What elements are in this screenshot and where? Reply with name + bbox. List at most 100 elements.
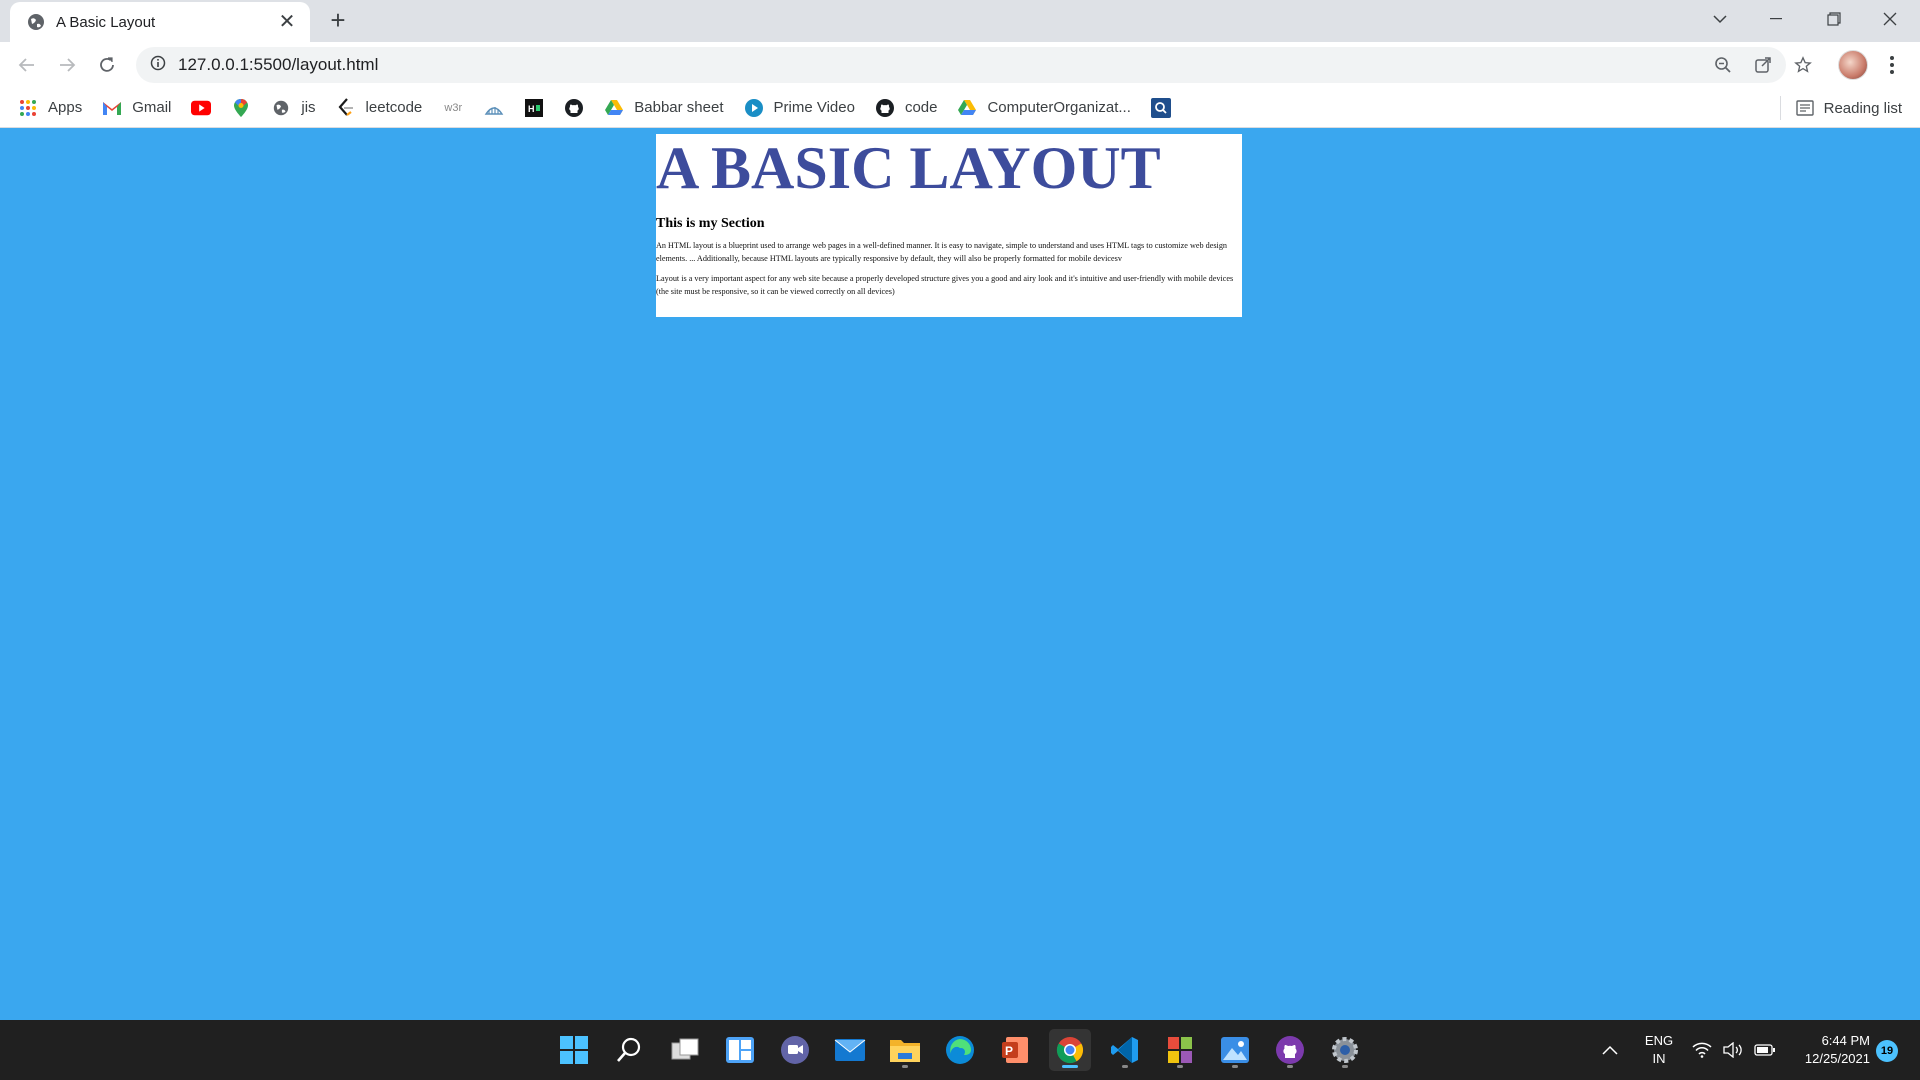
apps-grid-icon — [18, 98, 38, 118]
office-apps-icon[interactable] — [1159, 1029, 1201, 1071]
bookmarks-bar: Apps Gmail jis leetcode w3r H Babbar she… — [0, 88, 1920, 128]
volume-icon[interactable] — [1723, 1020, 1745, 1080]
bookmark-gmail[interactable]: Gmail — [102, 98, 171, 118]
new-tab-button[interactable]: + — [324, 6, 352, 34]
youtube-icon — [191, 98, 212, 118]
settings-icon[interactable] — [1324, 1029, 1366, 1071]
menu-kebab-icon[interactable] — [1882, 50, 1902, 80]
bookmark-apps[interactable]: Apps — [18, 98, 82, 118]
bookmarks-separator — [1780, 96, 1781, 120]
svg-text:H: H — [528, 104, 535, 114]
bookmark-star-icon[interactable] — [1788, 50, 1818, 80]
bookmark-w3r[interactable]: w3r — [442, 98, 464, 118]
hackerearth-icon: H — [524, 98, 544, 118]
search-q-icon — [1150, 97, 1171, 118]
bookmark-label: jis — [301, 99, 316, 116]
system-clock[interactable]: 6:44 PM 12/25/2021 — [1790, 1032, 1870, 1068]
forward-button[interactable] — [52, 50, 82, 80]
vscode-icon[interactable] — [1104, 1029, 1146, 1071]
browser-toolbar: 127.0.0.1:5500/layout.html — [0, 42, 1920, 88]
back-button[interactable] — [12, 50, 42, 80]
globe-icon — [26, 12, 46, 32]
notification-badge[interactable]: 19 — [1876, 1040, 1898, 1062]
tab-strip: A Basic Layout ✕ + — [0, 0, 1920, 42]
windows-start-icon[interactable] — [553, 1029, 595, 1071]
close-tab-icon[interactable]: ✕ — [276, 12, 298, 32]
gmail-icon — [102, 98, 122, 118]
lang-line-1: ENG — [1644, 1033, 1674, 1048]
running-indicator — [902, 1065, 908, 1068]
bookmark-search[interactable] — [1150, 97, 1171, 118]
bookmark-babbar-sheet[interactable]: Babbar sheet — [604, 98, 724, 118]
widgets-icon[interactable] — [719, 1029, 761, 1071]
bookmark-codechef[interactable] — [484, 98, 504, 118]
tab-active[interactable]: A Basic Layout ✕ — [10, 2, 310, 42]
section-title: This is my Section — [656, 216, 765, 231]
taskbar: P ENG IN 6:44 PM 12/25/2021 19 — [0, 1020, 1920, 1080]
bookmark-label: Apps — [48, 99, 83, 116]
running-indicator — [1342, 1065, 1348, 1068]
lang-line-2: IN — [1652, 1051, 1666, 1066]
leetcode-icon — [336, 97, 356, 118]
page-container: A BASIC LAYOUT This is my Section An HTM… — [656, 134, 1242, 317]
google-drive-icon — [957, 98, 977, 118]
bookmark-github[interactable] — [564, 98, 584, 118]
github-icon — [564, 98, 584, 118]
bookmark-hackerearth[interactable]: H — [524, 98, 544, 118]
info-icon[interactable] — [150, 55, 166, 76]
share-icon[interactable] — [1748, 50, 1778, 80]
w3r-icon: w3r — [444, 101, 463, 114]
codechef-icon — [484, 98, 504, 118]
photos-icon[interactable] — [1214, 1029, 1256, 1071]
google-drive-icon — [604, 98, 624, 118]
prime-video-icon — [744, 98, 764, 118]
bookmark-label: Prime Video — [773, 99, 855, 116]
bookmark-label: ComputerOrganizat... — [987, 99, 1131, 116]
clock-date: 12/25/2021 — [1804, 1051, 1870, 1066]
mail-icon[interactable] — [829, 1029, 871, 1071]
chrome-icon[interactable] — [1049, 1029, 1091, 1071]
address-bar[interactable]: 127.0.0.1:5500/layout.html — [136, 47, 1786, 83]
zoom-icon[interactable] — [1708, 50, 1738, 80]
restore-button[interactable] — [1806, 0, 1862, 38]
edge-icon[interactable] — [939, 1029, 981, 1071]
close-window-button[interactable] — [1862, 0, 1918, 38]
active-indicator — [1062, 1065, 1078, 1068]
url-text[interactable]: 127.0.0.1:5500/layout.html — [178, 55, 378, 75]
file-explorer-icon[interactable] — [884, 1029, 926, 1071]
battery-icon[interactable] — [1754, 1020, 1776, 1080]
minimize-button[interactable] — [1748, 0, 1804, 38]
reading-list-button[interactable]: Reading list — [1795, 88, 1902, 128]
running-indicator — [1232, 1065, 1238, 1068]
paragraph-1: An HTML layout is a blueprint used to ar… — [656, 241, 1228, 263]
running-indicator — [1177, 1065, 1183, 1068]
teams-chat-icon[interactable] — [774, 1029, 816, 1071]
reading-list-icon — [1795, 100, 1814, 116]
bookmark-youtube[interactable] — [191, 98, 212, 118]
bookmark-jis[interactable]: jis — [271, 98, 316, 118]
profile-avatar[interactable] — [1838, 50, 1868, 80]
powerpoint-icon[interactable]: P — [994, 1029, 1036, 1071]
bookmark-label: Gmail — [132, 99, 172, 116]
bookmark-code[interactable]: code — [875, 98, 938, 118]
running-indicator — [1122, 1065, 1128, 1068]
bookmark-maps[interactable] — [231, 98, 251, 118]
running-indicator — [1287, 1065, 1293, 1068]
paragraph-2: Layout is a very important aspect for an… — [656, 274, 1234, 296]
language-indicator[interactable]: ENG IN — [1642, 1032, 1676, 1068]
globe-icon — [271, 98, 291, 118]
bookmark-computer-organization[interactable]: ComputerOrganizat... — [957, 98, 1131, 118]
tab-search-icon[interactable] — [1692, 0, 1748, 38]
bookmark-label: code — [904, 99, 938, 116]
bookmark-prime-video[interactable]: Prime Video — [744, 98, 855, 118]
show-hidden-icons-icon[interactable] — [1602, 1020, 1618, 1080]
page-heading: A BASIC LAYOUT — [656, 135, 1161, 201]
bookmark-label: Babbar sheet — [634, 99, 724, 116]
reload-button[interactable] — [92, 50, 122, 80]
task-view-icon[interactable] — [664, 1029, 706, 1071]
wifi-icon[interactable] — [1692, 1020, 1712, 1080]
search-icon[interactable] — [608, 1029, 650, 1071]
github-desktop-icon[interactable] — [1269, 1029, 1311, 1071]
clock-time: 6:44 PM — [1821, 1033, 1870, 1048]
bookmark-leetcode[interactable]: leetcode — [336, 97, 422, 118]
